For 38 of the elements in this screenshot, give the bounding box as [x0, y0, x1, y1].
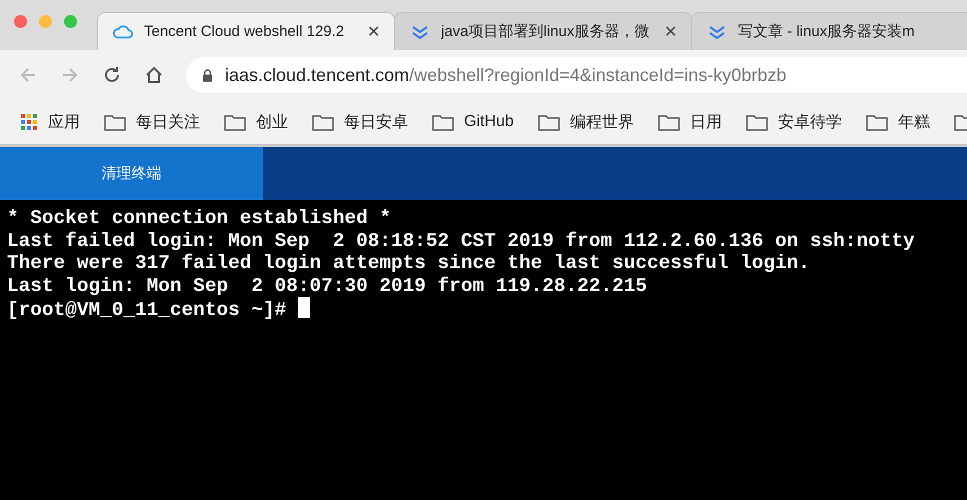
terminal-line: * Socket connection established * [7, 207, 392, 230]
close-tab-icon[interactable]: ✕ [367, 22, 380, 42]
lock-icon [202, 68, 213, 82]
terminal-line: Last failed login: Mon Sep 2 08:18:52 CST 2019 from 112.2.60.136 on ssh:notty [7, 230, 916, 252]
shell-prompt: [root@VM_0_11_centos ~]# [7, 299, 288, 321]
bookmark[interactable]: 编程世界 [538, 112, 634, 132]
folder-icon [312, 113, 334, 131]
bookmark[interactable]: 每日安卓 [312, 112, 408, 132]
minimize-window-icon[interactable] [39, 14, 52, 28]
bookmark[interactable]: 应用 [20, 112, 80, 132]
bookmark[interactable]: 日用 [658, 112, 722, 132]
close-tab-icon[interactable]: ✕ [664, 22, 677, 42]
apps-grid-icon [20, 113, 38, 131]
home-icon[interactable] [144, 65, 164, 85]
folder-icon [104, 113, 126, 131]
terminal-line: Last login: Mon Sep 2 08:07:30 2019 from 119.28.22.215 [7, 274, 648, 297]
bookmark[interactable]: 年糕 [866, 112, 930, 132]
folder-icon [538, 113, 560, 131]
browser-tab[interactable]: java项目部署到linux服务器，微 ✕ [394, 12, 692, 50]
close-window-icon[interactable] [14, 14, 27, 28]
terminal-line: There were 317 failed login attempts since the last successful login. [7, 252, 811, 274]
folder-icon [746, 113, 768, 131]
browser-tab[interactable]: 写文章 - linux服务器安装m [691, 12, 967, 50]
clear-terminal-button[interactable]: 清理终端 [0, 147, 263, 200]
folder-icon [432, 113, 454, 131]
reload-icon[interactable] [102, 65, 122, 85]
zoom-window-icon[interactable] [64, 14, 77, 28]
folder-icon [658, 113, 680, 131]
bookmark[interactable]: GitHub [432, 113, 514, 131]
folder-icon [224, 113, 246, 131]
address-bar[interactable]: iaas.cloud.tencent.com/webshell?regionId=4&instanceId=ins-ky0brbzb [186, 57, 967, 93]
folder-icon [866, 113, 888, 131]
bookmark[interactable]: 创业 [224, 112, 288, 132]
browser-tab[interactable]: Tencent Cloud webshell 129.2 ✕ [97, 12, 395, 50]
cursor [298, 297, 310, 318]
cloud-icon [112, 24, 134, 40]
bookmark[interactable]: 每日关注 [104, 112, 200, 132]
bookmark[interactable]: 安卓待学 [746, 112, 842, 132]
